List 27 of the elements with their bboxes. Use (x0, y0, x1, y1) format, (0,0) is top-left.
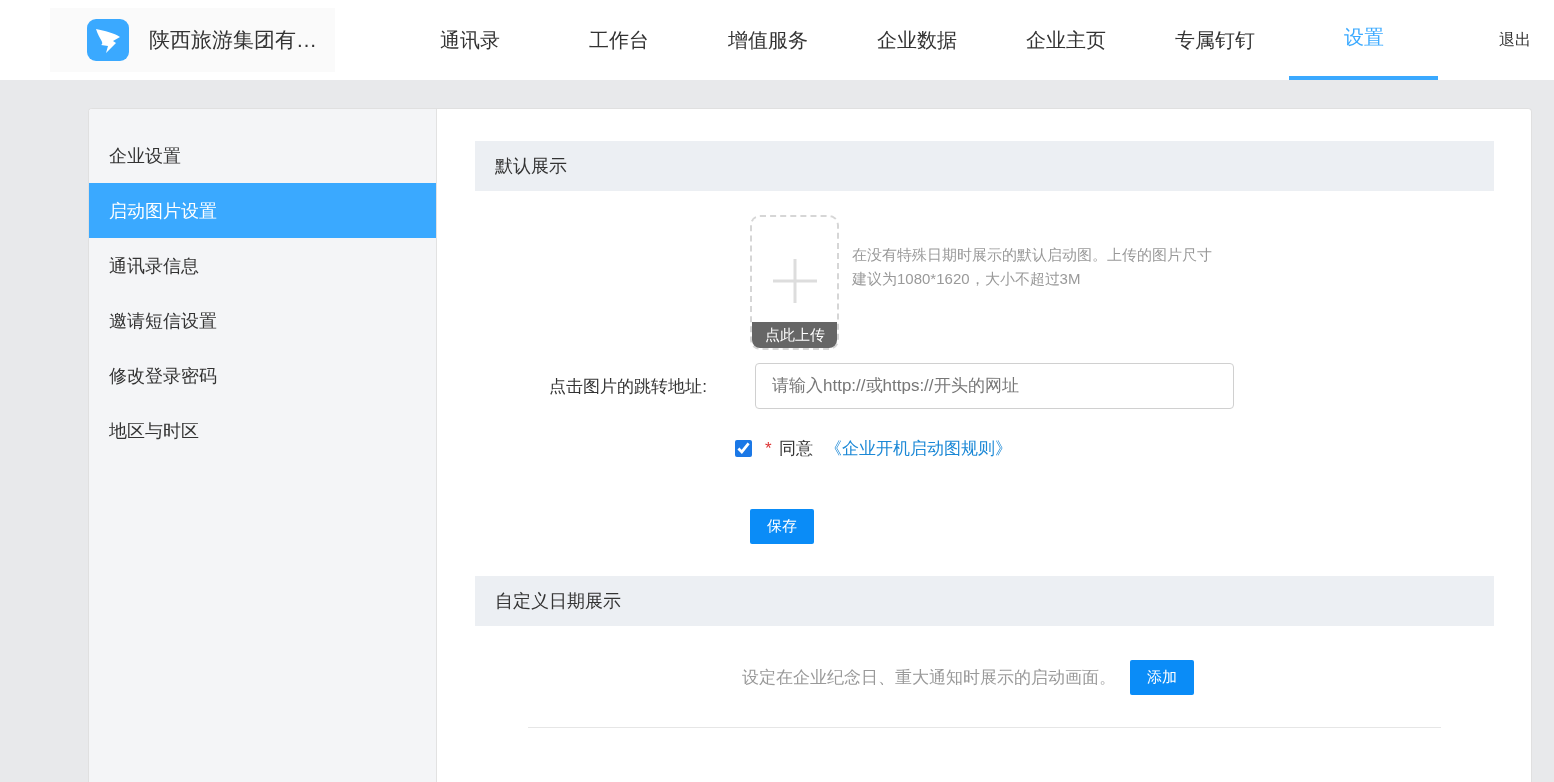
agree-label: 同意 (778, 438, 813, 460)
upload-hint: 在没有特殊日期时展示的默认启动图。上传的图片尺寸建议为1080*1620，大小不超过3M (852, 245, 1213, 289)
custom-description: 设定在企业纪念日、重大通知时展示的启动画面。 (741, 667, 1116, 689)
sidebar-item[interactable]: 企业设置 (89, 128, 436, 183)
nav-tab[interactable]: 工作台 (544, 0, 693, 80)
sidebar-item[interactable]: 邀请短信设置 (89, 293, 436, 348)
rules-link[interactable]: 《企业开机启动图规则》 (824, 437, 1012, 460)
section-title: 自定义日期展示 (495, 590, 621, 613)
nav-tab[interactable]: 企业数据 (842, 0, 991, 80)
upload-box[interactable]: 点此上传 (750, 215, 839, 350)
org-name: 陕西旅游集团有… (149, 27, 317, 53)
required-mark: * (765, 438, 772, 459)
url-label: 点击图片的跳转地址: (548, 375, 707, 398)
nav-tab[interactable]: 企业主页 (991, 0, 1140, 80)
nav-tab[interactable]: 通讯录 (395, 0, 544, 80)
section-title: 默认展示 (495, 155, 567, 178)
url-input[interactable]: 请输入http://或https://开头的网址 (755, 363, 1234, 409)
sidebar-item[interactable]: 修改登录密码 (89, 348, 436, 403)
org-switcher[interactable]: 陕西旅游集团有… (50, 8, 335, 72)
agree-checkbox[interactable] (735, 440, 752, 457)
nav-tab[interactable]: 专属钉钉 (1140, 0, 1289, 80)
sidebar-item[interactable]: 通讯录信息 (89, 238, 436, 293)
logout-link[interactable]: 退出 (1499, 29, 1531, 51)
plus-icon (772, 259, 817, 303)
app-logo-icon (87, 19, 129, 61)
nav-tab[interactable]: 增值服务 (693, 0, 842, 80)
sidebar-item[interactable]: 地区与时区 (89, 403, 436, 458)
